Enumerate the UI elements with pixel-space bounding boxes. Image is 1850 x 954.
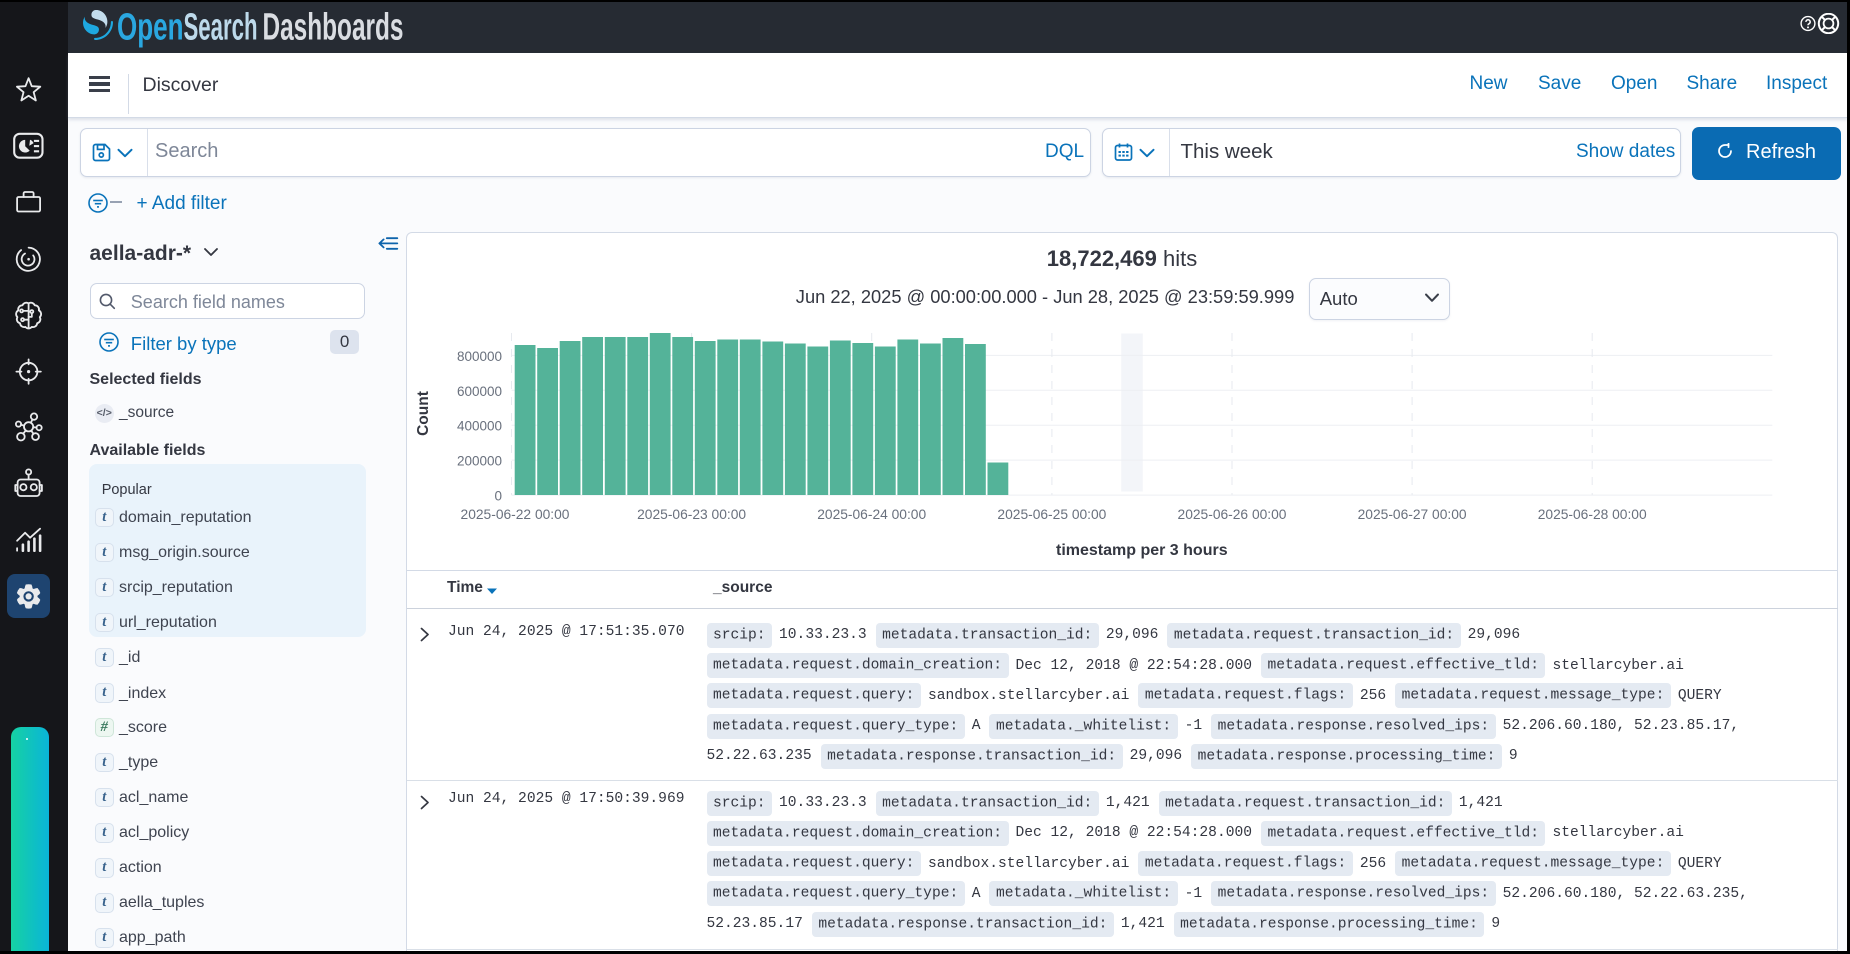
svg-text:2025-06-24 00:00: 2025-06-24 00:00 [817,507,926,522]
svg-text:Search: Search [184,7,258,49]
svg-text:2025-06-28 00:00: 2025-06-28 00:00 [1538,507,1647,522]
svg-text:Dashboards: Dashboards [263,7,404,49]
svg-text:timestamp per 3 hours: timestamp per 3 hours [1056,542,1228,559]
svg-text:0: 0 [494,489,502,504]
svg-text:Open: Open [117,7,184,49]
svg-text:2025-06-25 00:00: 2025-06-25 00:00 [997,507,1106,522]
svg-text:600000: 600000 [457,384,502,399]
svg-text:400000: 400000 [457,419,502,434]
svg-text:2025-06-26 00:00: 2025-06-26 00:00 [1178,507,1287,522]
svg-text:2025-06-22 00:00: 2025-06-22 00:00 [461,507,570,522]
svg-text:2025-06-23 00:00: 2025-06-23 00:00 [637,507,746,522]
svg-text:2025-06-27 00:00: 2025-06-27 00:00 [1358,507,1467,522]
svg-text:800000: 800000 [457,349,502,364]
svg-text:200000: 200000 [457,454,502,469]
svg-text:Count: Count [415,391,432,436]
